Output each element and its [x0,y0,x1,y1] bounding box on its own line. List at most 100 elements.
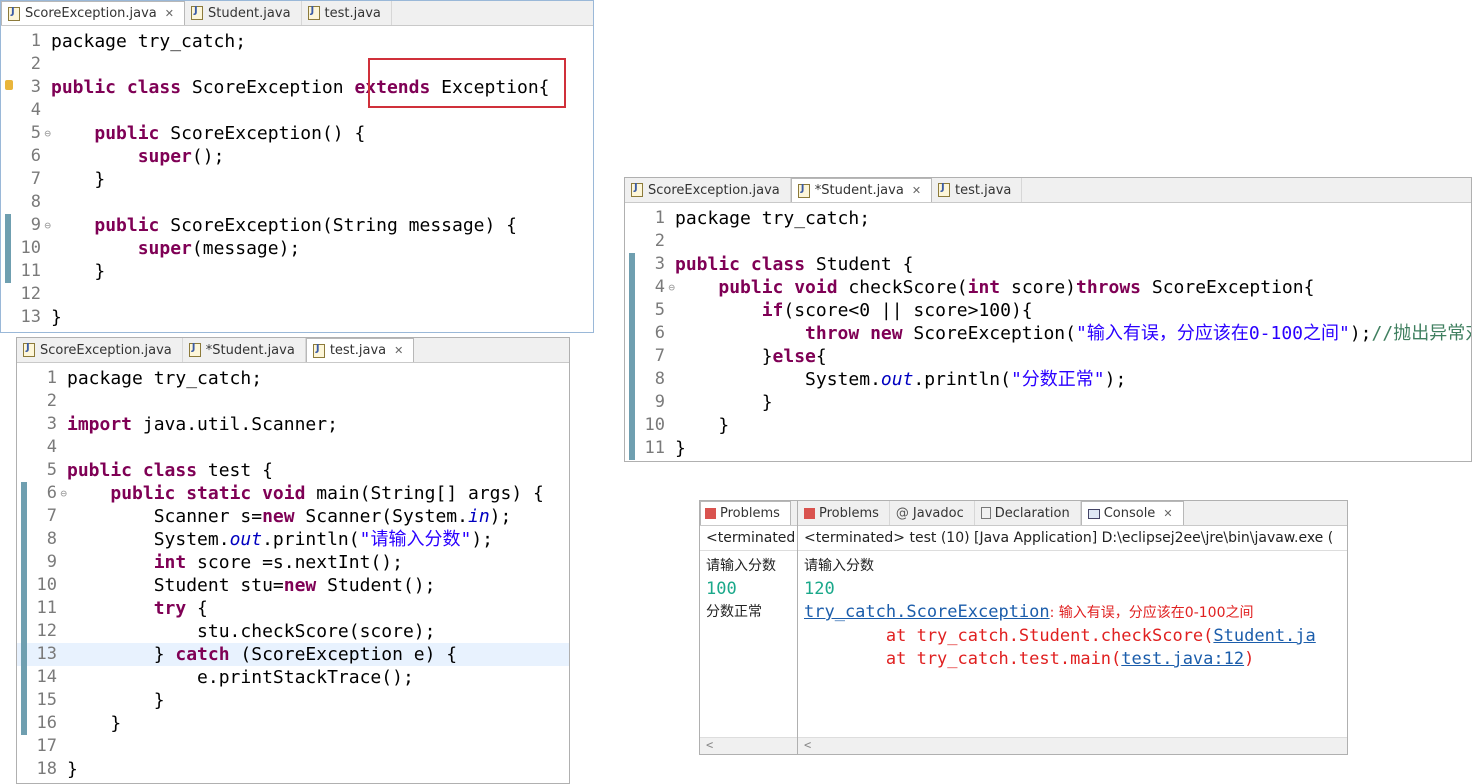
line-number: 6 [654,323,665,343]
code-line[interactable]: 1 package try_catch; [17,367,569,390]
tab-file[interactable]: *Student.java ✕ [790,178,933,202]
code-line[interactable]: 12 [1,283,593,306]
stack-trace-link[interactable]: Student.ja [1213,626,1315,646]
code-line[interactable]: 2 [625,230,1471,253]
code-text: e.printStackTrace(); [67,666,414,689]
code-line[interactable]: 8 [1,191,593,214]
code-line[interactable]: 5 ⊖ public ScoreException() { [1,122,593,145]
code-line[interactable]: 4 ⊖ public void checkScore(int score)thro… [625,276,1471,299]
code-token: "请输入分数" [359,529,472,550]
tab-declaration[interactable]: Declaration [975,501,1081,525]
fold-icon[interactable]: ⊖ [668,276,675,299]
tab-file[interactable]: test.java [302,1,392,25]
code-text: public void checkScore(int score)throws … [675,276,1314,299]
stack-trace-link[interactable]: test.java:12 [1121,649,1244,669]
tab-file[interactable]: test.java [932,178,1023,202]
code-line[interactable]: 9 int score =s.nextInt(); [17,551,569,574]
line-gutter: 10 [17,574,67,597]
code-line[interactable]: 6 ⊖ public static void main(String[] args… [17,482,569,505]
code-area[interactable]: 1 package try_catch; 2 3 import java.util.Sc… [17,363,569,781]
code-line[interactable]: 14 e.printStackTrace(); [17,666,569,689]
code-line[interactable]: 5 public class test { [17,459,569,482]
code-line[interactable]: 12 stu.checkScore(score); [17,620,569,643]
code-line[interactable]: 13 } catch (ScoreException e) { [17,643,569,666]
code-token: } [51,307,62,328]
code-line[interactable]: 15 } [17,689,569,712]
code-line[interactable]: 6 super(); [1,145,593,168]
code-text: super(); [51,145,225,168]
tab-problems[interactable]: Problems [700,501,791,525]
tab-problems[interactable]: Problems [798,501,890,525]
code-text: public ScoreException(String message) { [51,214,517,237]
code-text: System.out.println("请输入分数"); [67,528,493,551]
fold-icon[interactable]: ⊖ [44,214,51,237]
code-line[interactable]: 11 try { [17,597,569,620]
fold-icon[interactable]: ⊖ [44,122,51,145]
code-line[interactable]: 13} [1,306,593,329]
line-number: 5 [30,123,41,143]
code-token: "输入有误，分应该在0-100之间" [1075,323,1350,344]
close-icon[interactable]: ✕ [1163,507,1172,520]
code-line[interactable]: 1 package try_catch; [625,207,1471,230]
code-line[interactable]: 3 import java.util.Scanner; [17,413,569,436]
exception-line: try_catch.ScoreException: 输入有误，分应该在0-100… [804,601,1341,625]
change-marker [629,391,635,414]
code-line[interactable]: 7 Scanner s=new Scanner(System.in); [17,505,569,528]
code-line[interactable]: 6 throw new ScoreException("输入有误，分应该在0-1… [625,322,1471,345]
line-number: 16 [36,713,57,733]
code-area[interactable]: 1 package try_catch; 2 3 public class Studen… [625,203,1471,460]
line-gutter: 3 [17,413,67,436]
line-gutter: 7 [1,168,51,191]
code-line[interactable]: 17 [17,735,569,758]
code-text: public class Student { [675,253,913,276]
tab-file[interactable]: Student.java [185,1,302,25]
horizontal-scrollbar[interactable]: < [700,737,808,754]
line-number: 6 [46,483,57,503]
line-number: 4 [654,277,665,297]
code-line[interactable]: 1 package try_catch; [1,30,593,53]
code-line[interactable]: 9 ⊖ public ScoreException(String message)… [1,214,593,237]
code-line[interactable]: 10 } [625,414,1471,437]
editor-student: ScoreException.java *Student.java ✕ test.ja… [624,177,1472,462]
code-token: Student stu= [67,575,284,596]
console-back: Problems <terminated 请输入分数 100 分数正常 < [699,500,809,755]
change-marker [5,237,11,260]
code-line[interactable]: 3 public class Student { [625,253,1471,276]
close-icon[interactable]: ✕ [394,344,403,357]
tab-file[interactable]: *Student.java [183,338,306,362]
scroll-left-icon[interactable]: < [804,738,811,752]
close-icon[interactable]: ✕ [912,184,921,197]
code-line[interactable]: 8 System.out.println("请输入分数"); [17,528,569,551]
tab-javadoc[interactable]: @ Javadoc [890,501,975,525]
code-line[interactable]: 5 if(score<0 || score>100){ [625,299,1471,322]
code-line[interactable]: 7 } [1,168,593,191]
code-line[interactable]: 16 } [17,712,569,735]
code-token: .println( [913,369,1011,390]
code-line[interactable]: 2 [17,390,569,413]
tab-file[interactable]: ScoreException.java ✕ [1,1,185,25]
code-line[interactable]: 11 } [1,260,593,283]
tab-console[interactable]: Console ✕ [1080,501,1184,525]
exception-class-link[interactable]: try_catch.ScoreException [804,602,1050,622]
code-line[interactable]: 18} [17,758,569,781]
fold-icon[interactable]: ⊖ [60,482,67,505]
scroll-left-icon[interactable]: < [706,738,713,752]
code-line[interactable]: 10 Student stu=new Student(); [17,574,569,597]
close-icon[interactable]: ✕ [165,7,174,20]
line-gutter: 14 [17,666,67,689]
code-line[interactable]: 8 System.out.println("分数正常"); [625,368,1471,391]
tab-file[interactable]: ScoreException.java [17,338,183,362]
code-line[interactable]: 10 super(message); [1,237,593,260]
line-number: 8 [654,369,665,389]
code-line[interactable]: 4 [17,436,569,459]
code-line[interactable]: 9 } [625,391,1471,414]
horizontal-scrollbar[interactable]: < [798,737,1347,754]
line-gutter: 4 [1,99,51,122]
code-line[interactable]: 11} [625,437,1471,460]
tab-file[interactable]: test.java ✕ [305,338,415,362]
tab-file[interactable]: ScoreException.java [625,178,791,202]
code-line[interactable]: 7 }else{ [625,345,1471,368]
code-token: } [675,392,773,413]
code-text: import java.util.Scanner; [67,413,338,436]
code-token: (); [191,146,225,167]
